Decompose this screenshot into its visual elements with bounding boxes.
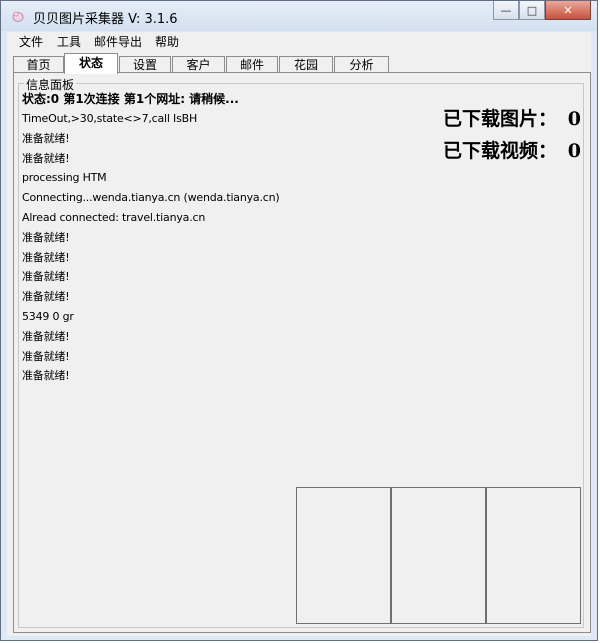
app-icon: [12, 11, 24, 22]
log-line: Alread connected: travel.tianya.cn: [22, 210, 206, 224]
log-line: 准备就绪!: [22, 131, 70, 145]
info-panel-group: 信息面板 状态:0 第1次连接 第1个网址: 请稍候... TimeOut,>3…: [18, 76, 584, 628]
tab-clients[interactable]: 客户: [172, 56, 225, 73]
log-line: 准备就绪!: [22, 250, 70, 264]
tab-settings[interactable]: 设置: [119, 56, 171, 73]
log-line: 准备就绪!: [22, 230, 70, 244]
tab-mail[interactable]: 邮件: [226, 56, 278, 73]
log-line: 准备就绪!: [22, 329, 70, 343]
downloaded-videos-value: 0: [567, 140, 581, 162]
menu-tools[interactable]: 工具: [57, 33, 81, 50]
menu-file[interactable]: 文件: [19, 33, 43, 50]
log-line: 准备就绪!: [22, 349, 70, 363]
title-bar[interactable]: 贝贝图片采集器 V: 3.1.6 — □ ✕: [1, 1, 597, 31]
downloaded-images-value: 0: [567, 108, 581, 130]
app-window: 贝贝图片采集器 V: 3.1.6 — □ ✕ 文件 工具 邮件导出 帮助 首页 …: [0, 0, 598, 641]
log-line: 准备就绪!: [22, 151, 70, 165]
close-button[interactable]: ✕: [545, 1, 591, 20]
log-line: processing HTM: [22, 171, 107, 185]
tab-garden[interactable]: 花园: [279, 56, 333, 73]
log-line: 5349 0 gr: [22, 309, 74, 323]
menu-mail-export[interactable]: 邮件导出: [94, 33, 142, 50]
log-line: 准备就绪!: [22, 290, 70, 304]
preview-box-1: [296, 487, 391, 624]
preview-box-3: [486, 487, 581, 624]
status-tab-panel: 信息面板 状态:0 第1次连接 第1个网址: 请稍候... TimeOut,>3…: [13, 72, 591, 633]
log-line: TimeOut,>30,state<>7,call IsBH: [22, 112, 198, 125]
menu-bar: 文件 工具 邮件导出 帮助: [7, 32, 591, 51]
status-line: 状态:0 第1次连接 第1个网址: 请稍候...: [22, 92, 239, 106]
downloaded-images-counter: 已下载图片： 0: [443, 104, 581, 131]
preview-box-2: [391, 487, 486, 624]
downloaded-videos-label: 已下载视频：: [442, 140, 557, 162]
tab-analysis[interactable]: 分析: [334, 56, 389, 73]
log-line: 准备就绪!: [22, 270, 70, 284]
log-line: Connecting...wenda.tianya.cn (wenda.tian…: [22, 191, 280, 205]
log-line: 准备就绪!: [22, 369, 70, 383]
maximize-button[interactable]: □: [519, 1, 545, 20]
log-list: TimeOut,>30,state<>7,call IsBH 准备就绪! 准备就绪!…: [22, 112, 280, 389]
window-title: 贝贝图片采集器 V: 3.1.6: [33, 12, 178, 27]
downloaded-images-label: 已下载图片：: [442, 108, 557, 130]
tab-home[interactable]: 首页: [13, 56, 64, 73]
menu-help[interactable]: 帮助: [155, 33, 179, 50]
tab-status[interactable]: 状态: [64, 53, 118, 74]
downloaded-videos-counter: 已下载视频： 0: [443, 136, 581, 163]
minimize-button[interactable]: —: [493, 1, 519, 20]
client-area: 首页 状态 设置 客户 邮件 花园 分析 信息面板 状态:0 第1次连接 第1个…: [7, 50, 591, 636]
